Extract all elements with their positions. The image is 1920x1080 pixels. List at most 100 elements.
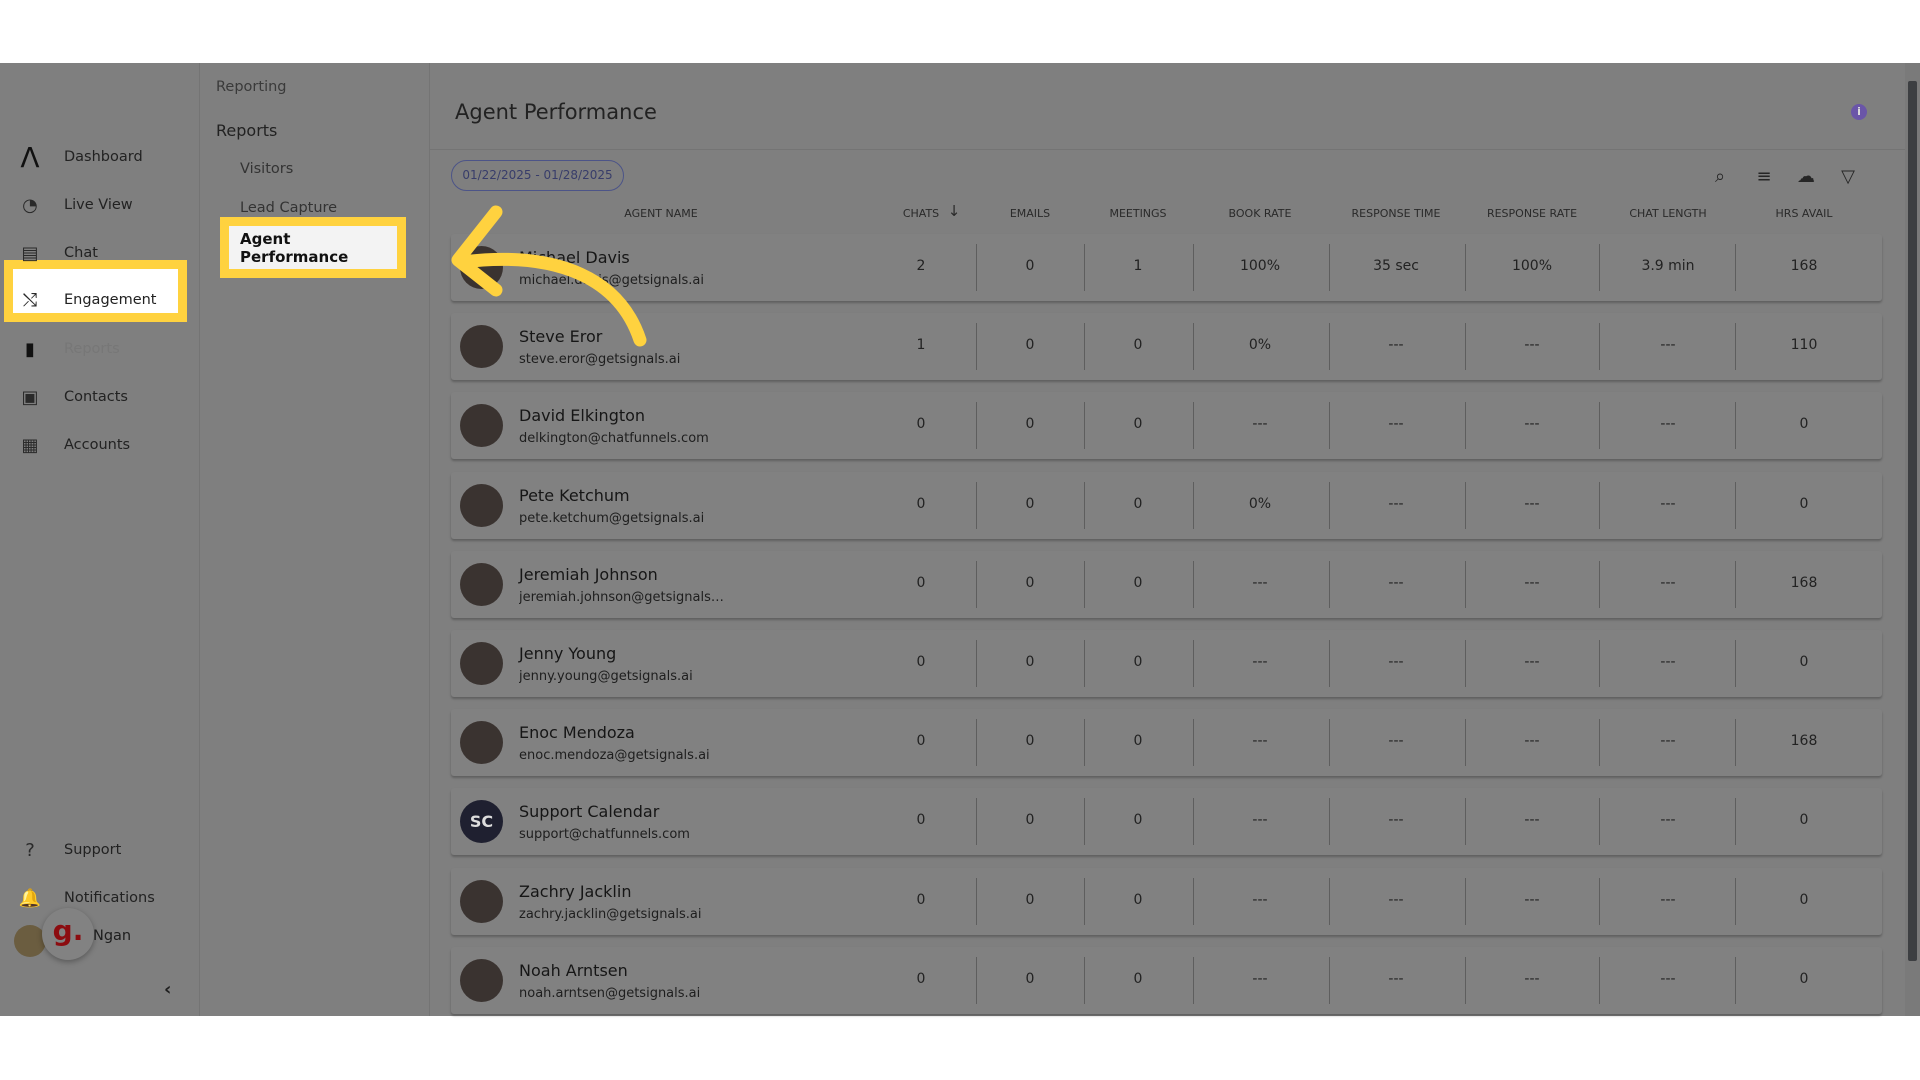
cell-divider [1599, 640, 1600, 687]
cell-chats: 0 [916, 970, 926, 987]
column-header-agent-name[interactable]: AGENT NAME [624, 207, 697, 220]
cell-chat-length: --- [1660, 416, 1676, 433]
cell-divider [1193, 244, 1194, 291]
cell-hrs-avail: 0 [1799, 812, 1809, 829]
column-header-meetings[interactable]: MEETINGS [1109, 207, 1166, 220]
cell-divider [1084, 877, 1085, 925]
cell-response-time: --- [1388, 337, 1404, 354]
agent-email: jeremiah.johnson@getsignals.ai [519, 589, 724, 605]
agent-email: michael.davis@getsignals.ai [519, 273, 704, 288]
agent-email: noah.arntsen@getsignals.ai [519, 985, 701, 1001]
g-badge-logo[interactable]: g. [42, 908, 94, 960]
cell-divider [1735, 640, 1736, 687]
cell-divider [1599, 481, 1600, 529]
cell-divider [1329, 560, 1330, 608]
cell-divider [976, 640, 977, 687]
date-range-picker[interactable]: 01/22/2025 - 01/28/2025 [451, 160, 624, 191]
info-icon[interactable]: i [1851, 104, 1867, 120]
cell-response-rate: --- [1524, 495, 1540, 512]
filter-icon[interactable]: ▽ [1836, 165, 1860, 189]
subnav-lead-capture[interactable]: Lead Capture [240, 200, 337, 216]
scrollbar[interactable] [1905, 63, 1920, 1016]
table-row[interactable]: David Elkington delkington@chatfunnels.c… [451, 392, 1882, 460]
column-header-emails[interactable]: EMAILS [1010, 207, 1050, 220]
sidebar-item-contacts[interactable]: ▣ Contacts [0, 377, 200, 417]
sidebar-item-live-view[interactable]: ◔ Live View [0, 185, 200, 225]
page-title: Agent Performance [455, 100, 657, 124]
agent-name: Michael Davis [519, 248, 630, 267]
cloud-download-icon[interactable]: ☁ [1794, 165, 1818, 189]
sidebar-item-dashboard[interactable]: Λ Dashboard [0, 137, 200, 177]
table-row[interactable]: Enoc Mendoza enoc.mendoza@getsignals.ai 0… [451, 709, 1882, 777]
agent-name: Zachry Jacklin [519, 881, 632, 901]
sidebar-item-notifications[interactable]: 🔔 Notifications [0, 878, 200, 918]
subnav-group[interactable]: Reports [216, 121, 277, 140]
cell-emails: 0 [1025, 416, 1035, 433]
agent-name: David Elkington [519, 406, 646, 426]
sidebar-item-chat[interactable]: ▤ Chat [0, 233, 200, 273]
cell-book-rate: --- [1252, 812, 1268, 829]
cell-response-time: --- [1388, 574, 1404, 591]
avatar [460, 325, 503, 369]
cell-meetings: 0 [1133, 812, 1143, 829]
column-header-response-time[interactable]: RESPONSE TIME [1352, 207, 1441, 220]
cell-response-rate: --- [1524, 891, 1540, 908]
cell-divider [1735, 798, 1736, 846]
agent-email: support@chatfunnels.com [519, 827, 690, 843]
cell-divider [976, 481, 977, 529]
cell-response-rate: --- [1524, 733, 1540, 750]
scrollbar-thumb[interactable] [1908, 81, 1917, 961]
sidebar-item-engagement[interactable]: ⤭ Engagement [0, 280, 200, 320]
cell-chat-length: --- [1660, 733, 1676, 750]
cell-divider [1193, 798, 1194, 846]
cell-divider [1599, 560, 1600, 608]
column-header-book-rate[interactable]: BOOK RATE [1229, 207, 1292, 220]
agent-email: jenny.young@getsignals.ai [519, 669, 693, 684]
subnav-visitors[interactable]: Visitors [240, 161, 293, 177]
agent-name: Jeremiah Johnson [519, 564, 658, 584]
column-header-hrs-avail[interactable]: HRS AVAIL [1776, 207, 1833, 220]
column-header-response-rate[interactable]: RESPONSE RATE [1487, 207, 1577, 220]
cell-divider [1193, 481, 1194, 529]
sidebar: Λ Dashboard ◔ Live View ▤ Chat ⤭ Engagement ▮ Rep… [0, 63, 200, 1016]
sort-desc-icon[interactable]: ↓ [948, 202, 961, 220]
cell-divider [976, 877, 977, 925]
cell-divider [1735, 719, 1736, 767]
search-icon[interactable]: ⌕ [1708, 165, 1732, 189]
column-header-chat-length[interactable]: CHAT LENGTH [1629, 207, 1706, 220]
cell-divider [1599, 719, 1600, 767]
agent-email: steve.eror@getsignals.ai [519, 352, 681, 368]
column-header-chats[interactable]: CHATS [903, 207, 939, 220]
table-row[interactable]: Zachry Jacklin zachry.jacklin@getsignals… [451, 867, 1882, 935]
cell-divider [1329, 244, 1330, 291]
table-row[interactable]: Jeremiah Johnson jeremiah.johnson@getsig… [451, 550, 1882, 618]
cell-response-rate: --- [1524, 416, 1540, 433]
sort-icon[interactable]: ≡ [1752, 165, 1776, 189]
cell-divider [1465, 719, 1466, 767]
table-row[interactable]: Noah Arntsen noah.arntsen@getsignals.ai 0… [451, 946, 1882, 1014]
cell-hrs-avail: 110 [1790, 337, 1818, 354]
sidebar-item-support[interactable]: ? Support [0, 830, 200, 870]
table-row[interactable]: Michael Davis michael.davis@getsignals.a… [451, 234, 1882, 301]
cell-meetings: 0 [1133, 337, 1143, 354]
table-row[interactable]: Steve Eror steve.eror@getsignals.ai 1 0 0 0%… [451, 313, 1882, 381]
cell-divider [976, 323, 977, 371]
cell-divider [976, 798, 977, 846]
user-avatar[interactable] [14, 925, 46, 957]
cell-divider [1599, 877, 1600, 925]
user-name: Ngan [93, 928, 132, 944]
table-row[interactable]: Pete Ketchum pete.ketchum@getsignals.ai 0… [451, 471, 1882, 539]
avatar [460, 958, 503, 1002]
collapse-chevron-icon[interactable]: ‹ [164, 979, 171, 1000]
cell-response-rate: 100% [1511, 258, 1553, 274]
cell-chat-length: --- [1660, 337, 1676, 354]
divider [430, 149, 1905, 150]
sidebar-item-reports[interactable]: ▮ Reports [0, 329, 200, 369]
cell-divider [1465, 798, 1466, 846]
cell-response-rate: --- [1524, 654, 1540, 670]
cell-divider [1599, 956, 1600, 1004]
table-row[interactable]: Jenny Young jenny.young@getsignals.ai 0 0 0… [451, 630, 1882, 697]
subnav-agent-performance[interactable]: Agent Performance [220, 217, 406, 278]
table-row[interactable]: SC Support Calendar support@chatfunnels.… [451, 788, 1882, 856]
sidebar-item-accounts[interactable]: ▦ Accounts [0, 425, 200, 465]
